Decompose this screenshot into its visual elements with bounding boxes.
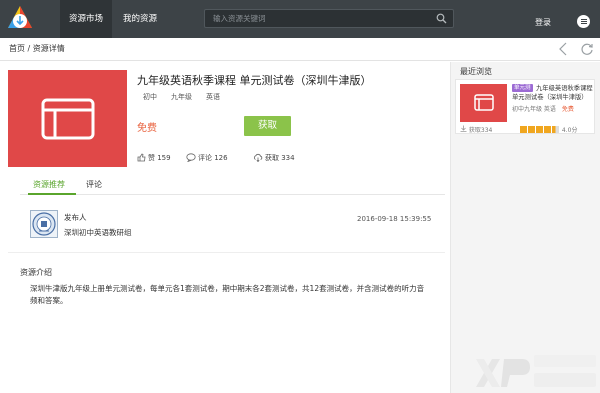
breadcrumb: 首页 / 资源详情 (9, 43, 65, 54)
download-icon (460, 125, 467, 132)
resource-detail: 九年级英语秋季课程 单元测试卷（深圳牛津版） 初中 九年级 英语 免费 获取 赞 1… (0, 62, 450, 393)
thumbs-up-icon (137, 153, 146, 162)
document-icon (474, 94, 494, 111)
recent-item-thumbnail (460, 84, 507, 122)
refresh-icon[interactable] (580, 42, 594, 56)
watermark-logo (476, 355, 596, 387)
breadcrumb-separator: / (25, 44, 33, 53)
download-stat[interactable]: 获取 334 (253, 153, 295, 163)
recent-item-price: 免费 (561, 106, 574, 113)
intro-text: 深圳牛津版九年级上册单元测试卷，每单元各1套测试卷，期中期末各2套测试卷，共12… (30, 284, 425, 305)
search-icon[interactable] (436, 13, 447, 24)
app-logo-icon[interactable] (6, 4, 34, 32)
back-arrow-icon[interactable] (558, 42, 569, 56)
breadcrumb-current: 资源详情 (32, 44, 65, 53)
star-icon (544, 126, 551, 133)
star-half-icon (552, 126, 559, 133)
section-divider (8, 252, 445, 253)
recent-item-category: 初中九年级 英语 (512, 106, 556, 113)
search-box (204, 9, 454, 28)
publisher-avatar[interactable] (30, 210, 58, 238)
rating-score: 4.0分 (561, 127, 578, 134)
resource-tags: 初中 九年级 英语 (143, 92, 234, 102)
menu-icon[interactable] (577, 15, 590, 28)
comment-count: 评论 126 (198, 154, 228, 162)
recent-item-meta: 初中九年级 英语 免费 (512, 104, 574, 113)
breadcrumb-home[interactable]: 首页 (9, 44, 25, 53)
like-stat[interactable]: 赞 159 (137, 153, 171, 163)
comment-icon (186, 153, 196, 163)
cloud-download-icon (254, 153, 263, 163)
comment-stat[interactable]: 评论 126 (186, 153, 228, 163)
star-icon (528, 126, 535, 133)
recent-item[interactable]: 九年级英语秋季课程 单元测试卷（深圳牛津版） 单元测 初中九年级 英语 免费 获取… (455, 79, 595, 134)
intro-heading: 资源介绍 (20, 268, 52, 277)
search-input[interactable] (205, 10, 425, 27)
resource-title: 九年级英语秋季课程 单元测试卷（深圳牛津版） (137, 74, 372, 87)
star-icon (536, 126, 543, 133)
like-count: 赞 159 (148, 154, 171, 162)
recent-item-badge: 单元测 (512, 84, 533, 92)
recent-item-rating: 4.0分 (520, 125, 577, 134)
login-link[interactable]: 登录 (535, 0, 551, 38)
publisher-label: 发布人 (64, 213, 87, 222)
resource-cover (8, 70, 127, 167)
tab-comments[interactable]: 评论 (86, 179, 102, 190)
publisher-name[interactable]: 深圳初中英语教研组 (64, 227, 132, 238)
breadcrumb-bar: 首页 / 资源详情 (0, 38, 600, 61)
price-label: 免费 (137, 123, 157, 134)
publish-date: 2016-09-18 15:39:55 (357, 215, 432, 223)
get-button[interactable]: 获取 (244, 116, 291, 136)
star-icon (520, 126, 527, 133)
nav-arrows (550, 42, 594, 58)
recent-item-get-count: 获取334 (460, 125, 492, 134)
recent-sidebar: 最近浏览 九年级英语秋季课程 单元测试卷（深圳牛津版） 单元测 初中九年级 英语… (450, 62, 600, 393)
download-count: 获取 334 (265, 154, 295, 162)
tab-my-resources[interactable]: 我的资源 (114, 0, 166, 38)
document-icon (41, 98, 95, 140)
tab-resource-market[interactable]: 资源市场 (60, 0, 113, 38)
school-emblem-icon (32, 212, 56, 236)
publisher-row: 发布人 深圳初中英语教研组 2016-09-18 15:39:55 (30, 210, 432, 240)
recent-heading: 最近浏览 (460, 67, 492, 76)
top-bar: 资源市场 我的资源 登录 (0, 0, 600, 38)
tag-level[interactable]: 初中 (143, 93, 157, 101)
tag-grade[interactable]: 九年级 (171, 93, 192, 101)
tab-recommend[interactable]: 资源推荐 (33, 179, 65, 190)
active-tab-indicator (28, 193, 76, 195)
tag-subject[interactable]: 英语 (206, 93, 220, 101)
detail-tabs: 资源推荐 评论 (20, 175, 445, 195)
